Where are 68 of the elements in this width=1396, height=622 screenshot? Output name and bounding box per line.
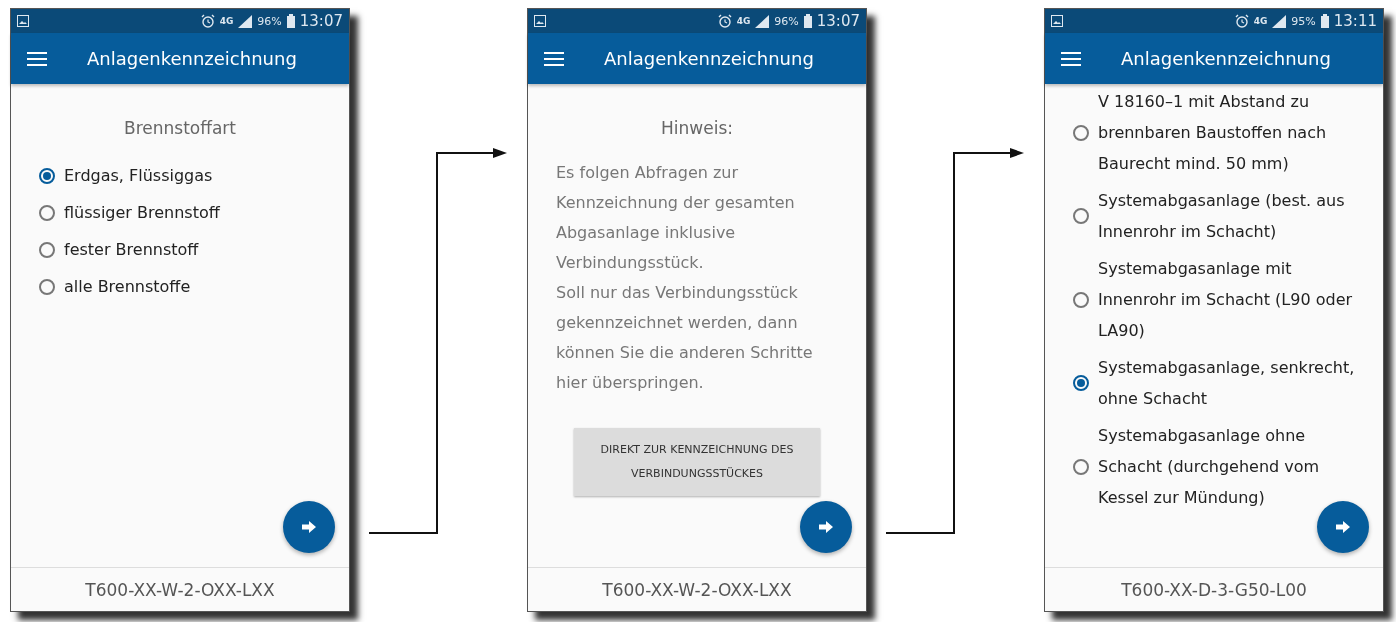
clock-time: 13:07 [299, 12, 343, 30]
radio-button[interactable] [39, 278, 55, 295]
battery-icon [286, 14, 295, 28]
next-button[interactable] [283, 501, 335, 553]
app-title: Anlagenkennzeichnung [1121, 48, 1331, 69]
clock-time: 13:11 [1333, 12, 1377, 30]
clock-time: 13:07 [816, 12, 860, 30]
menu-icon[interactable] [544, 51, 564, 66]
radio-option[interactable]: Erdgas, Flüssiggas [39, 160, 349, 191]
option-label: alle Brennstoffe [64, 276, 191, 298]
option-label: Systemabgasanlage, senkrecht, ohne Schacht [1098, 357, 1356, 410]
section-heading: Brennstoffart [124, 118, 236, 138]
battery-percentage: 96% [774, 14, 799, 28]
image-icon [17, 15, 29, 27]
signal-icon [238, 14, 253, 28]
radio-button[interactable] [1073, 291, 1089, 308]
alarm-clock-icon [1234, 14, 1249, 28]
radio-option[interactable]: Systemabgasanlage (best. aus Innenrohr im Schacht) [1073, 185, 1359, 247]
option-label: Erdgas, Flüssiggas [64, 165, 213, 187]
radio-button[interactable] [1073, 458, 1089, 475]
next-button[interactable] [1317, 501, 1369, 553]
alarm-clock-icon [200, 14, 215, 28]
radio-option[interactable]: V 18160–1 mit Abstand zu brennbaren Baustoffen nach Baurecht mind. 50 mm) [1073, 86, 1359, 179]
notice-text: Soll nur das Verbindungsstück gekennzeichnet werden, dann können Sie die anderen Schritte hier überspringen. [556, 282, 814, 394]
network-label: 4G [219, 16, 234, 26]
alarm-clock-icon [717, 14, 732, 28]
menu-icon[interactable] [27, 51, 47, 66]
battery-percentage: 96% [257, 14, 282, 28]
radio-option[interactable]: Systemabgasanlage mit Innenrohr im Schacht (L90 oder LA90) [1073, 253, 1359, 346]
menu-icon[interactable] [1061, 51, 1081, 66]
signal-icon [755, 14, 770, 28]
signal-icon [1272, 14, 1287, 28]
battery-icon [803, 14, 812, 28]
next-button[interactable] [800, 501, 852, 553]
arrow-right-icon [819, 521, 833, 533]
radio-button[interactable] [39, 241, 55, 258]
app-title: Anlagenkennzeichnung [87, 48, 297, 69]
code-footer: T600-XX-D-3-G50-L00 [1045, 567, 1383, 611]
option-label: flüssiger Brennstoff [64, 202, 220, 224]
option-label: Systemabgasanlage (best. aus Innenrohr im Schacht) [1098, 190, 1346, 243]
direct-link-button[interactable]: DIREKT ZUR KENNZEICHNUNG DES VERBINDUNGSSTÜCKES [574, 428, 820, 496]
radio-option[interactable]: Systemabgasanlage, senkrecht, ohne Schacht [1073, 352, 1359, 414]
network-label: 4G [1253, 16, 1268, 26]
app-title: Anlagenkennzeichnung [604, 48, 814, 69]
radio-button[interactable] [1073, 124, 1089, 141]
battery-icon [1320, 14, 1329, 28]
battery-percentage: 95% [1291, 14, 1316, 28]
radio-option[interactable]: alle Brennstoffe [39, 271, 349, 302]
arrow-right-icon [302, 521, 316, 533]
option-label: V 18160–1 mit Abstand zu brennbaren Baustoffen nach Baurecht mind. 50 mm) [1098, 91, 1328, 175]
radio-button[interactable] [39, 167, 55, 184]
radio-button[interactable] [1073, 375, 1089, 391]
option-label: Systemabgasanlage mit Innenrohr im Schacht (L90 oder LA90) [1098, 258, 1354, 342]
code-footer: T600-XX-W-2-OXX-LXX [11, 567, 349, 611]
image-icon [1051, 15, 1063, 27]
radio-option[interactable]: Systemabgasanlage ohne Schacht (durchgehend vom Kessel zur Mündung) [1073, 420, 1359, 513]
radio-option[interactable]: flüssiger Brennstoff [39, 197, 349, 228]
option-label: fester Brennstoff [64, 239, 199, 261]
section-heading: Hinweis: [661, 118, 733, 138]
radio-button[interactable] [1073, 208, 1089, 224]
radio-button[interactable] [39, 204, 55, 221]
network-label: 4G [736, 16, 751, 26]
code-footer: T600-XX-W-2-OXX-LXX [528, 567, 866, 611]
option-label: Systemabgasanlage ohne Schacht (durchgehend vom Kessel zur Mündung) [1098, 425, 1321, 509]
image-icon [534, 15, 546, 27]
arrow-right-icon [1336, 521, 1350, 533]
notice-text: Es folgen Abfragen zur Kennzeichnung der gesamten Abgasanlage inklusive Verbindungsstück. [556, 162, 796, 274]
radio-option[interactable]: fester Brennstoff [39, 234, 349, 265]
